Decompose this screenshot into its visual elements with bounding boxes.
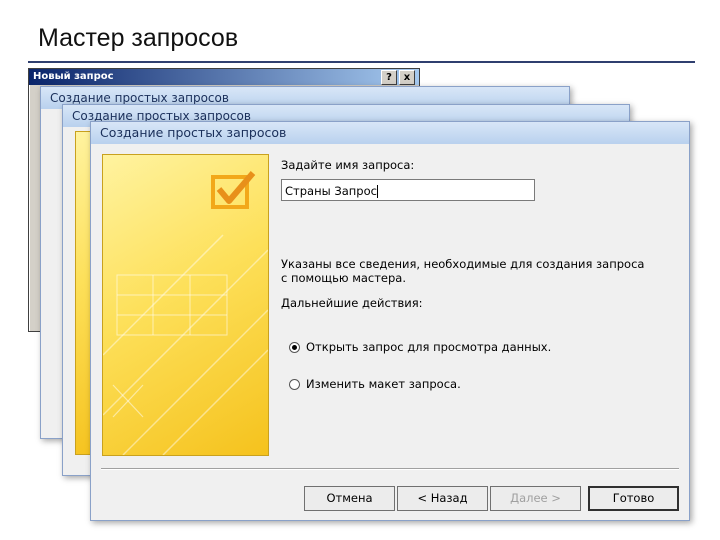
query-name-input[interactable]: Страны Запрос xyxy=(281,179,535,201)
text-caret xyxy=(376,185,378,198)
title-rule xyxy=(28,61,695,63)
help-button[interactable]: ? xyxy=(381,70,397,85)
wizard-banner-image xyxy=(102,154,269,456)
slide-title: Мастер запросов xyxy=(38,24,239,52)
new-query-titlebar[interactable]: Новый запрос ? x xyxy=(29,69,419,85)
option-modify-layout-label: Изменить макет запроса. xyxy=(306,377,461,391)
option-open-query-label: Открыть запрос для просмотра данных. xyxy=(306,340,552,354)
next-actions-label: Дальнейшие действия: xyxy=(281,296,423,310)
wizard-titlebar[interactable]: Создание простых запросов xyxy=(91,122,689,144)
wizard-banner-art xyxy=(103,171,268,455)
cancel-button[interactable]: Отмена xyxy=(304,486,395,511)
query-name-label: Задайте имя запроса: xyxy=(281,158,415,172)
query-name-value: Страны Запрос xyxy=(285,184,377,198)
option-modify-layout[interactable]: Изменить макет запроса. xyxy=(289,377,461,391)
radio-unselected-icon[interactable] xyxy=(289,378,300,390)
radio-selected-icon[interactable] xyxy=(289,341,300,353)
button-separator xyxy=(101,468,679,469)
close-button[interactable]: x xyxy=(399,70,415,85)
finish-button[interactable]: Готово xyxy=(588,486,679,511)
back-button[interactable]: < Назад xyxy=(397,486,488,511)
wizard-window: Создание простых запросов Задайте имя за… xyxy=(90,121,690,521)
next-button[interactable]: Далее > xyxy=(490,486,581,511)
option-open-query[interactable]: Открыть запрос для просмотра данных. xyxy=(289,340,551,354)
info-text: Указаны все сведения, необходимые для со… xyxy=(281,257,645,285)
new-query-title: Новый запрос xyxy=(33,71,114,82)
